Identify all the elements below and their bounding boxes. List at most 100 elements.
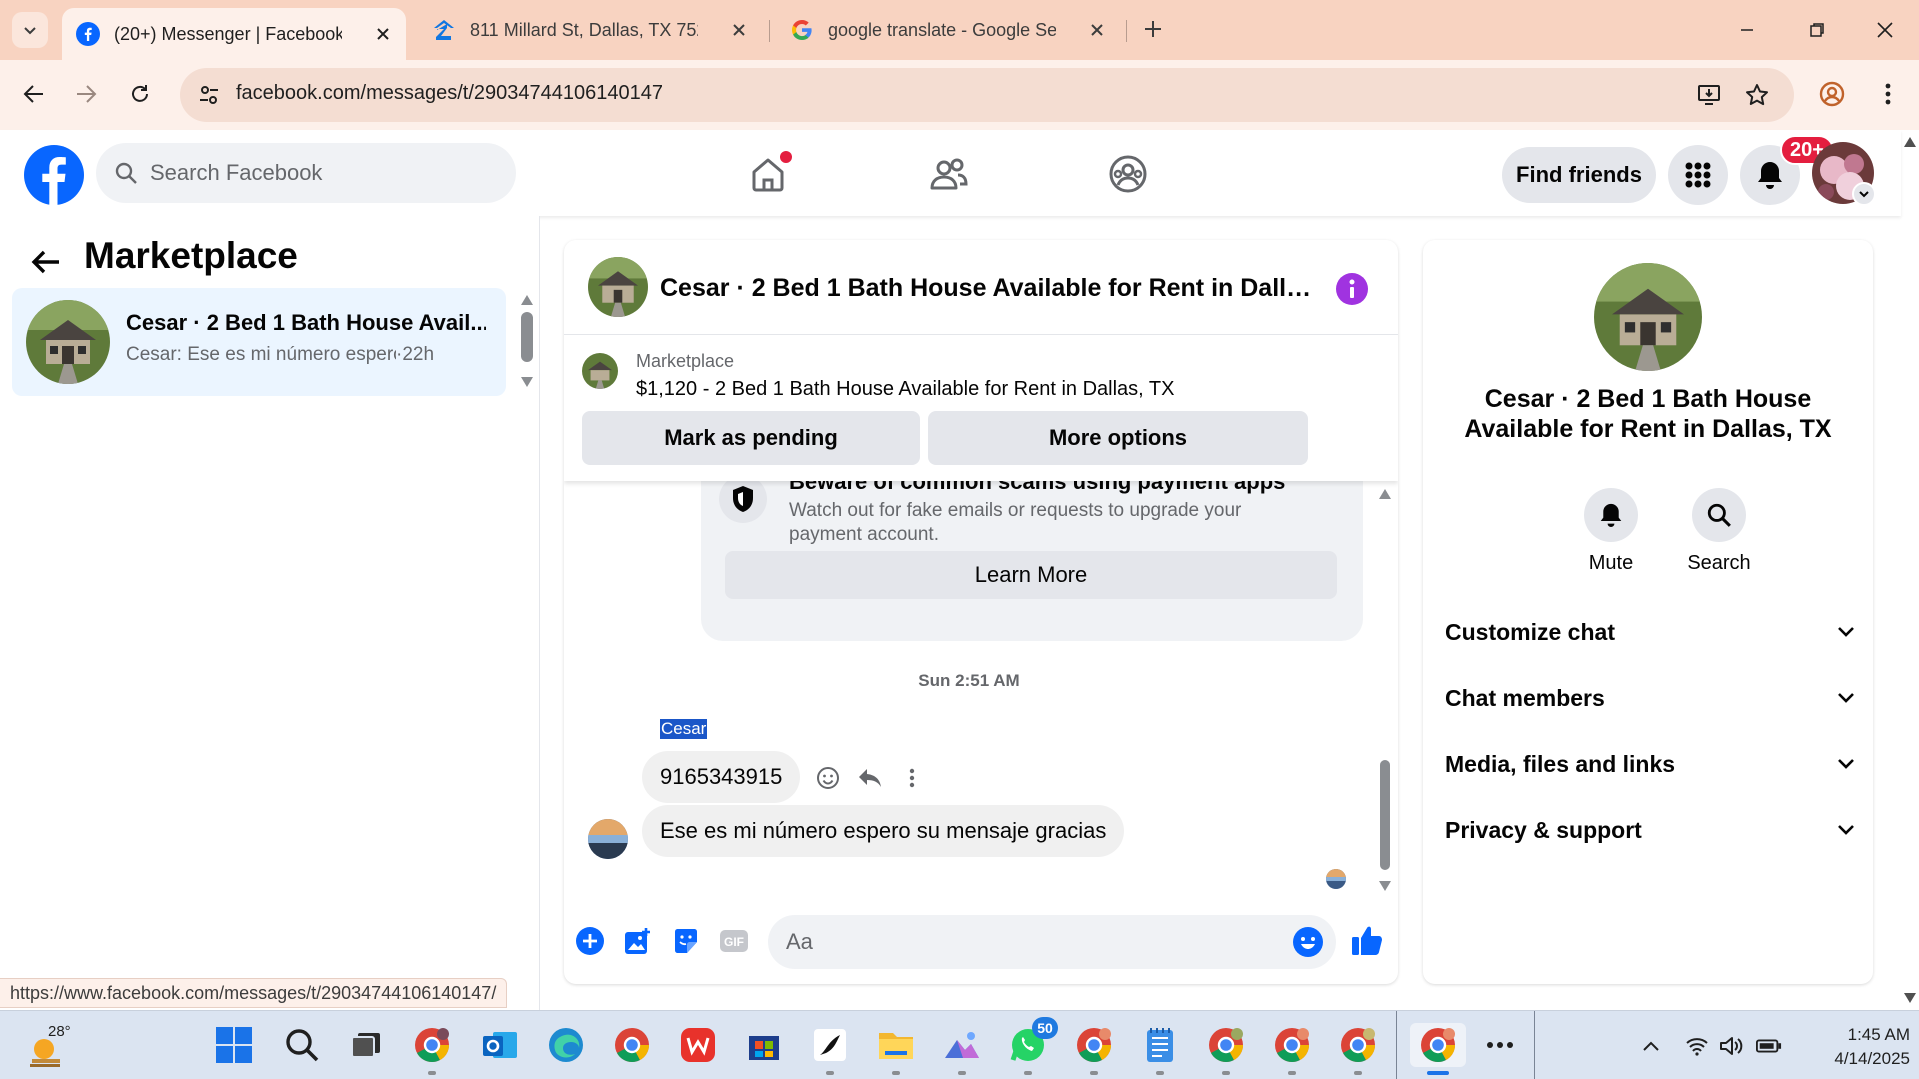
restore-window-button[interactable] [1794, 12, 1840, 48]
chat-panel: Cesar · 2 Bed 1 Bath House Available for… [564, 240, 1398, 984]
back-button[interactable] [26, 242, 66, 282]
conversation-info-button[interactable] [1336, 273, 1368, 305]
close-tab-icon[interactable] [1086, 19, 1108, 41]
mark-as-pending-button[interactable]: Mark as pending [582, 411, 920, 465]
page-scroll-up-icon[interactable] [1903, 136, 1917, 148]
learn-more-button[interactable]: Learn More [725, 551, 1337, 599]
close-window-button[interactable] [1862, 12, 1908, 48]
more-apps-button[interactable] [1478, 1023, 1522, 1067]
emoji-icon[interactable] [1292, 926, 1324, 958]
tab-search-button[interactable] [12, 12, 48, 48]
nav-friends[interactable] [924, 150, 972, 198]
listing-title[interactable]: $1,120 - 2 Bed 1 Bath House Available fo… [636, 378, 1174, 401]
url-text[interactable]: facebook.com/messages/t/2903474410614014… [236, 82, 663, 105]
media-files-links-section[interactable]: Media, files and links [1445, 744, 1855, 784]
nav-groups[interactable] [1104, 150, 1152, 198]
chat-title[interactable]: Cesar · 2 Bed 1 Bath House Available for… [660, 274, 1320, 303]
weather-widget[interactable]: 28° [26, 1023, 72, 1067]
profile-button[interactable] [1812, 74, 1852, 114]
reload-button[interactable] [120, 74, 160, 114]
address-bar[interactable]: facebook.com/messages/t/2903474410614014… [180, 68, 1794, 122]
close-tab-icon[interactable] [372, 23, 394, 45]
chevron-down-icon [1838, 627, 1854, 637]
scroll-down-icon[interactable] [1378, 880, 1392, 892]
forward-button[interactable] [66, 74, 106, 114]
sidebar-scrollbar-thumb[interactable] [521, 312, 533, 362]
tab-messenger[interactable]: (20+) Messenger | Facebook [62, 8, 406, 60]
scroll-up-icon[interactable] [1378, 488, 1392, 500]
account-caret[interactable] [1852, 182, 1876, 206]
taskbar-chrome-6[interactable] [1336, 1023, 1380, 1075]
find-friends-button[interactable]: Find friends [1502, 147, 1656, 203]
tab-zillow[interactable]: 811 Millard St, Dallas, TX 75203 [418, 8, 762, 52]
taskbar-chrome-1[interactable] [410, 1023, 454, 1075]
reply-button[interactable] [856, 764, 884, 792]
bookmark-button[interactable] [1742, 80, 1772, 110]
chat-avatar[interactable] [588, 257, 648, 317]
facebook-logo[interactable] [24, 145, 84, 205]
conversation-item[interactable]: Cesar · 2 Bed 1 Bath House Avail... Cesa… [12, 288, 506, 396]
photo-icon [625, 928, 650, 954]
privacy-support-section[interactable]: Privacy & support [1445, 810, 1855, 850]
send-like-button[interactable] [1348, 921, 1386, 959]
search-in-conversation-action[interactable]: Search [1679, 488, 1759, 575]
taskbar-outlook[interactable] [478, 1023, 522, 1067]
taskbar-wps[interactable] [676, 1023, 720, 1067]
more-actions-plus-button[interactable] [574, 925, 606, 957]
menu-button[interactable] [1668, 145, 1728, 205]
facebook-search-input[interactable]: Search Facebook [96, 143, 516, 203]
search-icon [286, 1029, 319, 1062]
task-view-button[interactable] [344, 1023, 388, 1067]
listing-avatar[interactable] [1594, 263, 1702, 371]
close-tab-icon[interactable] [728, 19, 750, 41]
taskbar-photos[interactable] [940, 1023, 984, 1075]
minimize-window-button[interactable] [1724, 12, 1770, 48]
taskbar-edge[interactable] [544, 1023, 588, 1067]
site-info-button[interactable] [192, 78, 226, 112]
page-scroll-down-icon[interactable] [1903, 992, 1917, 1004]
show-hidden-icons-button[interactable] [1638, 1033, 1664, 1059]
scroll-down-icon[interactable] [520, 376, 534, 388]
mute-action[interactable]: Mute [1571, 488, 1651, 575]
taskbar-search-button[interactable] [280, 1023, 324, 1067]
customize-chat-section[interactable]: Customize chat [1445, 612, 1855, 652]
message-bubble[interactable]: 9165343915 [642, 751, 801, 803]
message-bubble[interactable]: Ese es mi número espero su mensaje graci… [642, 805, 1125, 857]
message-input[interactable]: Aa [768, 915, 1336, 969]
friends-icon [930, 158, 968, 190]
install-app-button[interactable] [1694, 80, 1724, 110]
back-button[interactable] [14, 74, 54, 114]
more-actions-button[interactable] [898, 764, 926, 792]
taskbar-chrome-active[interactable] [1410, 1023, 1466, 1075]
more-options-button[interactable]: More options [928, 411, 1308, 465]
sticker-button[interactable] [670, 925, 702, 957]
gif-button[interactable]: GIF [718, 925, 750, 957]
react-button[interactable] [814, 764, 842, 792]
chat-members-section[interactable]: Chat members [1445, 678, 1855, 718]
conversation-preview: Cesar: Ese es mi número espero s... [126, 344, 396, 365]
taskbar-app-pen[interactable] [808, 1023, 852, 1075]
taskbar-chrome-2[interactable] [610, 1023, 654, 1067]
scroll-up-icon[interactable] [520, 294, 534, 306]
chevron-down-icon [1838, 759, 1854, 769]
taskbar-chrome-4[interactable] [1204, 1023, 1248, 1075]
volume-status[interactable] [1718, 1033, 1744, 1059]
taskbar-file-explorer[interactable] [874, 1023, 918, 1075]
chat-scrollbar-thumb[interactable] [1380, 760, 1390, 870]
new-tab-button[interactable] [1138, 14, 1168, 44]
sender-avatar[interactable] [588, 819, 628, 859]
wifi-status[interactable] [1684, 1033, 1710, 1059]
attach-photo-button[interactable] [622, 925, 654, 957]
system-clock[interactable]: 1:45 AM 4/14/2025 [1800, 1023, 1910, 1071]
taskbar-store[interactable] [742, 1023, 786, 1067]
taskbar-whatsapp[interactable]: 50 [1006, 1017, 1058, 1075]
taskbar-notepad[interactable] [1138, 1023, 1182, 1075]
nav-home[interactable] [744, 150, 792, 198]
taskbar-chrome-3[interactable] [1072, 1023, 1116, 1075]
listing-thumbnail[interactable] [582, 353, 618, 389]
start-button[interactable] [212, 1023, 256, 1067]
tab-google-search[interactable]: google translate - Google Search [776, 8, 1120, 52]
battery-status[interactable] [1756, 1033, 1782, 1059]
taskbar-chrome-5[interactable] [1270, 1023, 1314, 1075]
browser-menu-button[interactable] [1868, 74, 1908, 114]
